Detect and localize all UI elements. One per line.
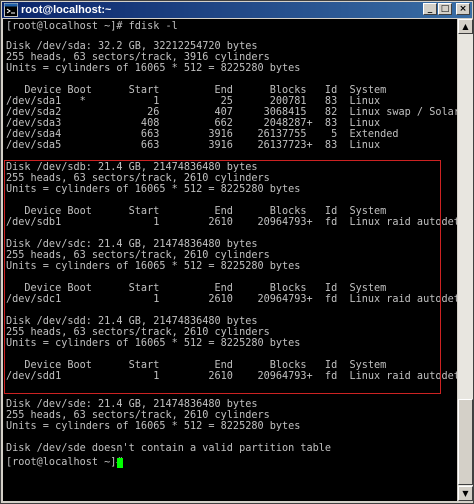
partition-row-sda5: /dev/sda5 663 3916 26137723+ 83 Linux xyxy=(6,140,381,151)
disk-sdb-units: Units = cylinders of 16065 * 512 = 82252… xyxy=(6,184,301,195)
prompt-command: [root@localhost ~]# fdisk -l xyxy=(6,21,178,32)
partition-row-sdc1: /dev/sdc1 1 2610 20964793+ fd Linux raid… xyxy=(6,294,457,305)
minimize-button[interactable]: _ xyxy=(423,3,437,15)
title-bar[interactable]: root@localhost:~ _ □ × xyxy=(2,2,472,18)
disk-sde-units: Units = cylinders of 16065 * 512 = 82252… xyxy=(6,421,301,432)
close-button[interactable]: × xyxy=(456,3,470,15)
terminal-icon xyxy=(4,3,18,17)
disk-sde-error: Disk /dev/sde doesn't contain a valid pa… xyxy=(6,443,332,454)
vertical-scrollbar[interactable]: ▲ ▼ xyxy=(458,19,473,501)
scroll-down-button[interactable]: ▼ xyxy=(458,486,473,501)
scrollbar-thumb[interactable] xyxy=(458,399,473,485)
terminal-output[interactable]: [root@localhost ~]# fdisk -l Disk /dev/s… xyxy=(3,19,457,501)
scroll-up-button[interactable]: ▲ xyxy=(458,19,473,34)
disk-sda-units: Units = cylinders of 16065 * 512 = 82252… xyxy=(6,63,301,74)
window-title: root@localhost:~ xyxy=(21,4,112,16)
disk-sdd-units: Units = cylinders of 16065 * 512 = 82252… xyxy=(6,338,301,349)
partition-row-sdd1: /dev/sdd1 1 2610 20964793+ fd Linux raid… xyxy=(6,371,457,382)
partition-row-sdb1: /dev/sdb1 1 2610 20964793+ fd Linux raid… xyxy=(6,217,457,228)
shell-prompt: [root@localhost ~]# xyxy=(6,457,129,468)
terminal-cursor xyxy=(117,458,123,468)
terminal-window: root@localhost:~ _ □ × [root@localhost ~… xyxy=(0,0,474,504)
maximize-button[interactable]: □ xyxy=(438,3,452,15)
disk-sdc-units: Units = cylinders of 16065 * 512 = 82252… xyxy=(6,261,301,272)
